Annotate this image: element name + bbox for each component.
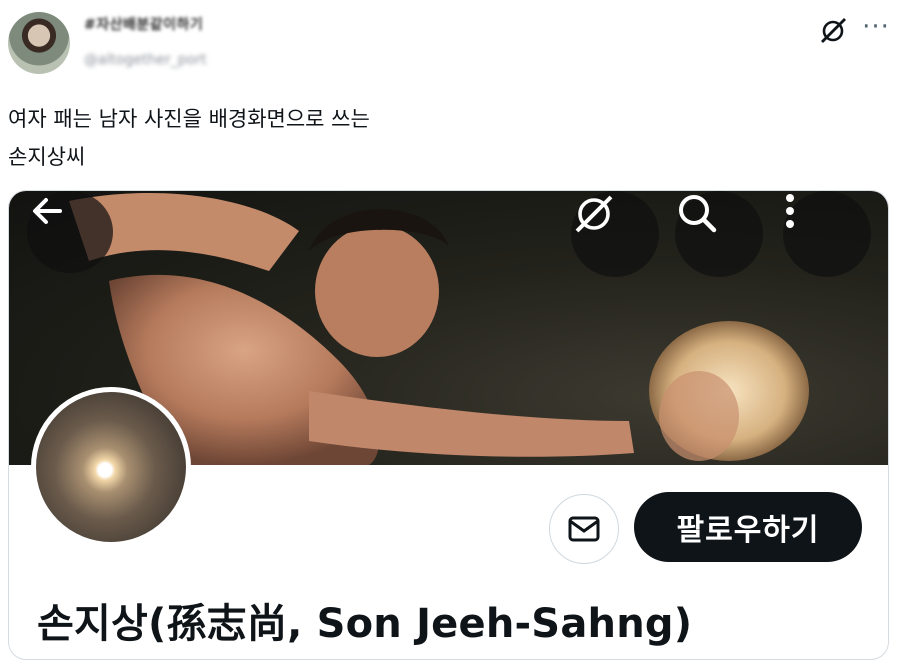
back-button[interactable] [27,191,113,273]
author-avatar[interactable] [8,12,70,74]
grok-button[interactable] [571,191,659,277]
author-handle[interactable]: @altogether_port [84,52,206,68]
more-options-button[interactable] [783,191,871,277]
profile-screenshot-card[interactable]: 팔로우하기 손지상(孫志尚, Son Jeeh-Sahng) [8,190,889,660]
tweet-text: 여자 패는 남자 사진을 배경화면으로 쓰는 손지상씨 [8,100,868,176]
profile-avatar[interactable] [31,387,191,547]
author-name[interactable]: #자산배분같이하기 [84,14,203,34]
search-button[interactable] [675,191,763,277]
mail-icon [568,516,600,542]
tweet-text-line: 손지상씨 [8,145,86,169]
grok-icon[interactable] [818,16,848,46]
search-icon [679,195,717,233]
profile-display-name: 손지상(孫志尚, Son Jeeh-Sahng) [37,601,693,647]
message-button[interactable] [549,494,619,564]
follow-button[interactable]: 팔로우하기 [634,492,862,562]
more-icon[interactable]: ··· [862,14,890,46]
back-arrow-icon [33,198,62,224]
tweet-text-line: 여자 패는 남자 사진을 배경화면으로 쓰는 [8,107,370,131]
grok-icon [575,195,613,233]
more-vertical-icon [786,194,794,228]
